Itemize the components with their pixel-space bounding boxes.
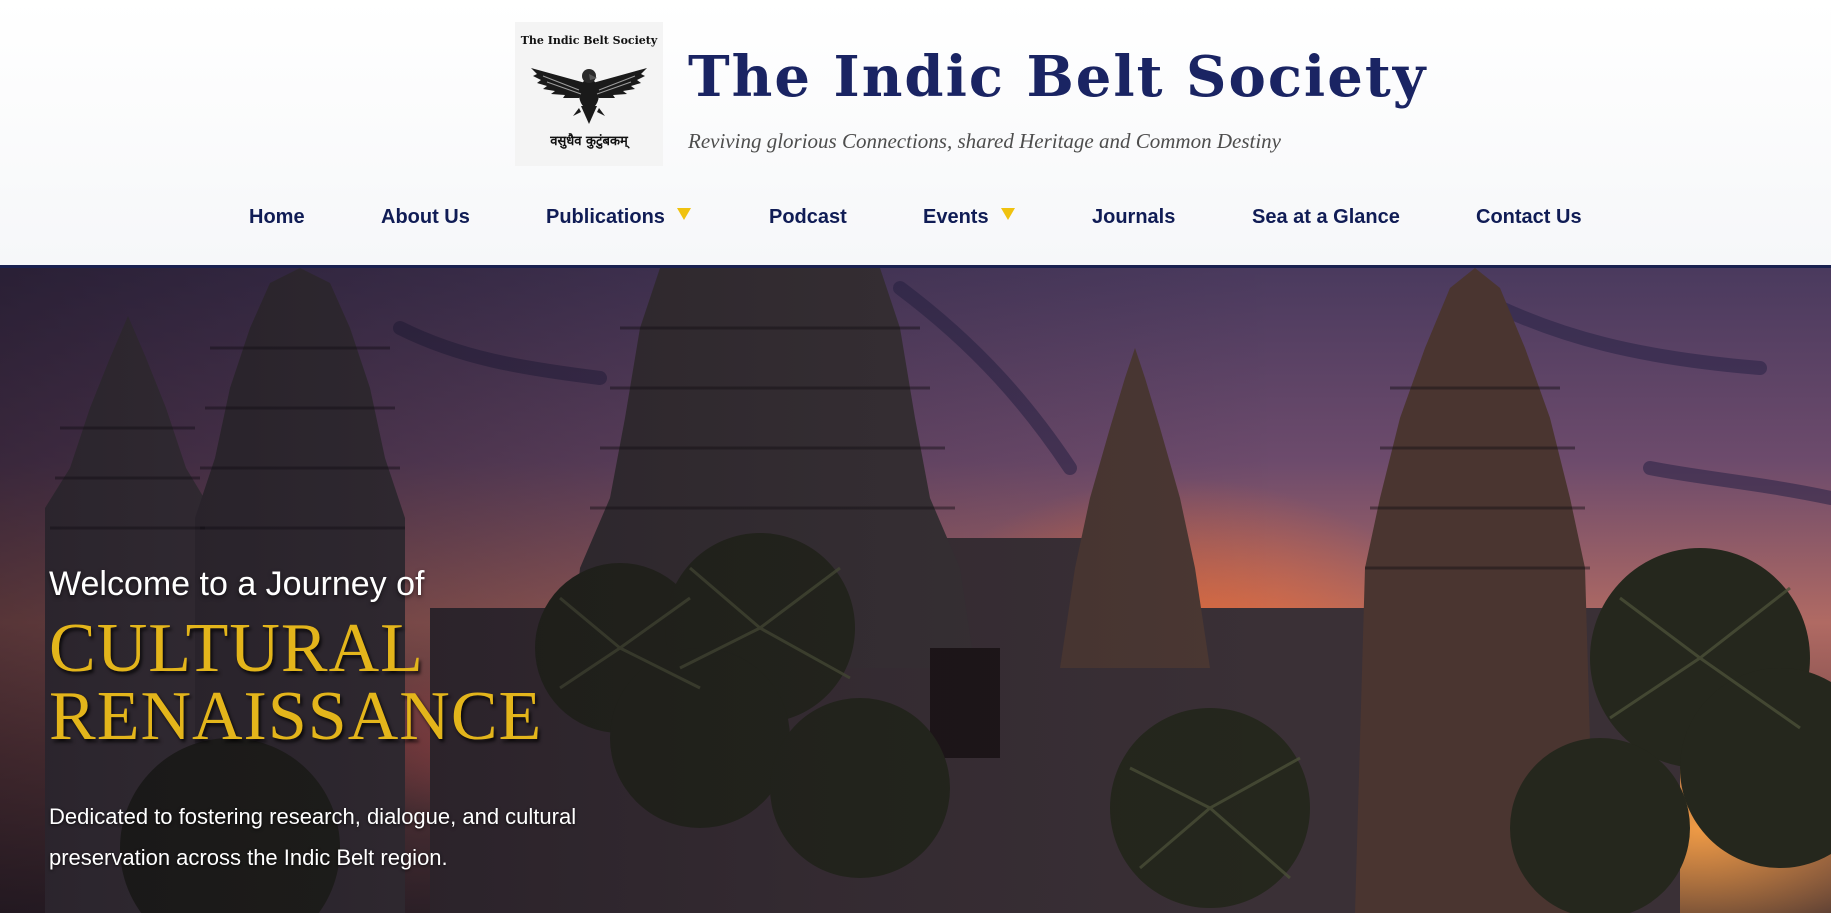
site-title[interactable]: The Indic Belt Society xyxy=(688,44,1427,110)
dropdown-caret-icon xyxy=(1000,208,1015,220)
nav-publications-label: Publications xyxy=(546,206,665,228)
site-tagline: Reviving glorious Connections, shared He… xyxy=(688,129,1281,153)
nav-home[interactable]: Home xyxy=(249,203,305,243)
dropdown-caret-icon xyxy=(676,208,691,220)
nav-contact-us-label: Contact Us xyxy=(1476,206,1582,228)
nav-about-us-label: About Us xyxy=(381,206,470,228)
nav-sea-at-a-glance-label: Sea at a Glance xyxy=(1252,206,1400,228)
hero-welcome-text: Welcome to a Journey of xyxy=(49,565,425,603)
nav-events[interactable]: Events xyxy=(923,203,1015,243)
nav-journals-label: Journals xyxy=(1092,206,1176,228)
site-header: The Indic Belt Society वसुधैव कुटुंबकम् … xyxy=(0,0,1831,268)
site-logo[interactable]: The Indic Belt Society वसुधैव कुटुंबकम् xyxy=(515,22,663,166)
nav-journals[interactable]: Journals xyxy=(1092,203,1175,243)
nav-sea-at-a-glance[interactable]: Sea at a Glance xyxy=(1252,203,1400,243)
hero-description: Dedicated to fostering research, dialogu… xyxy=(49,804,577,870)
hero-title: Cultural Renaissance xyxy=(49,610,543,755)
hero-section: Welcome to a Journey of Cultural Renaiss… xyxy=(0,268,1831,913)
nav-events-label: Events xyxy=(923,206,989,228)
nav-about-us[interactable]: About Us xyxy=(381,203,470,243)
eagle-icon xyxy=(531,68,647,124)
nav-publications[interactable]: Publications xyxy=(546,203,691,243)
logo-text: The Indic Belt Society xyxy=(520,34,658,47)
main-nav: Home About Us Publications Podcast Event… xyxy=(0,203,1831,243)
nav-contact-us[interactable]: Contact Us xyxy=(1476,203,1582,243)
logo-motto: वसुधैव कुटुंबकम् xyxy=(550,134,628,149)
nav-podcast[interactable]: Podcast xyxy=(769,203,847,243)
nav-podcast-label: Podcast xyxy=(769,206,847,228)
nav-home-label: Home xyxy=(249,206,305,228)
